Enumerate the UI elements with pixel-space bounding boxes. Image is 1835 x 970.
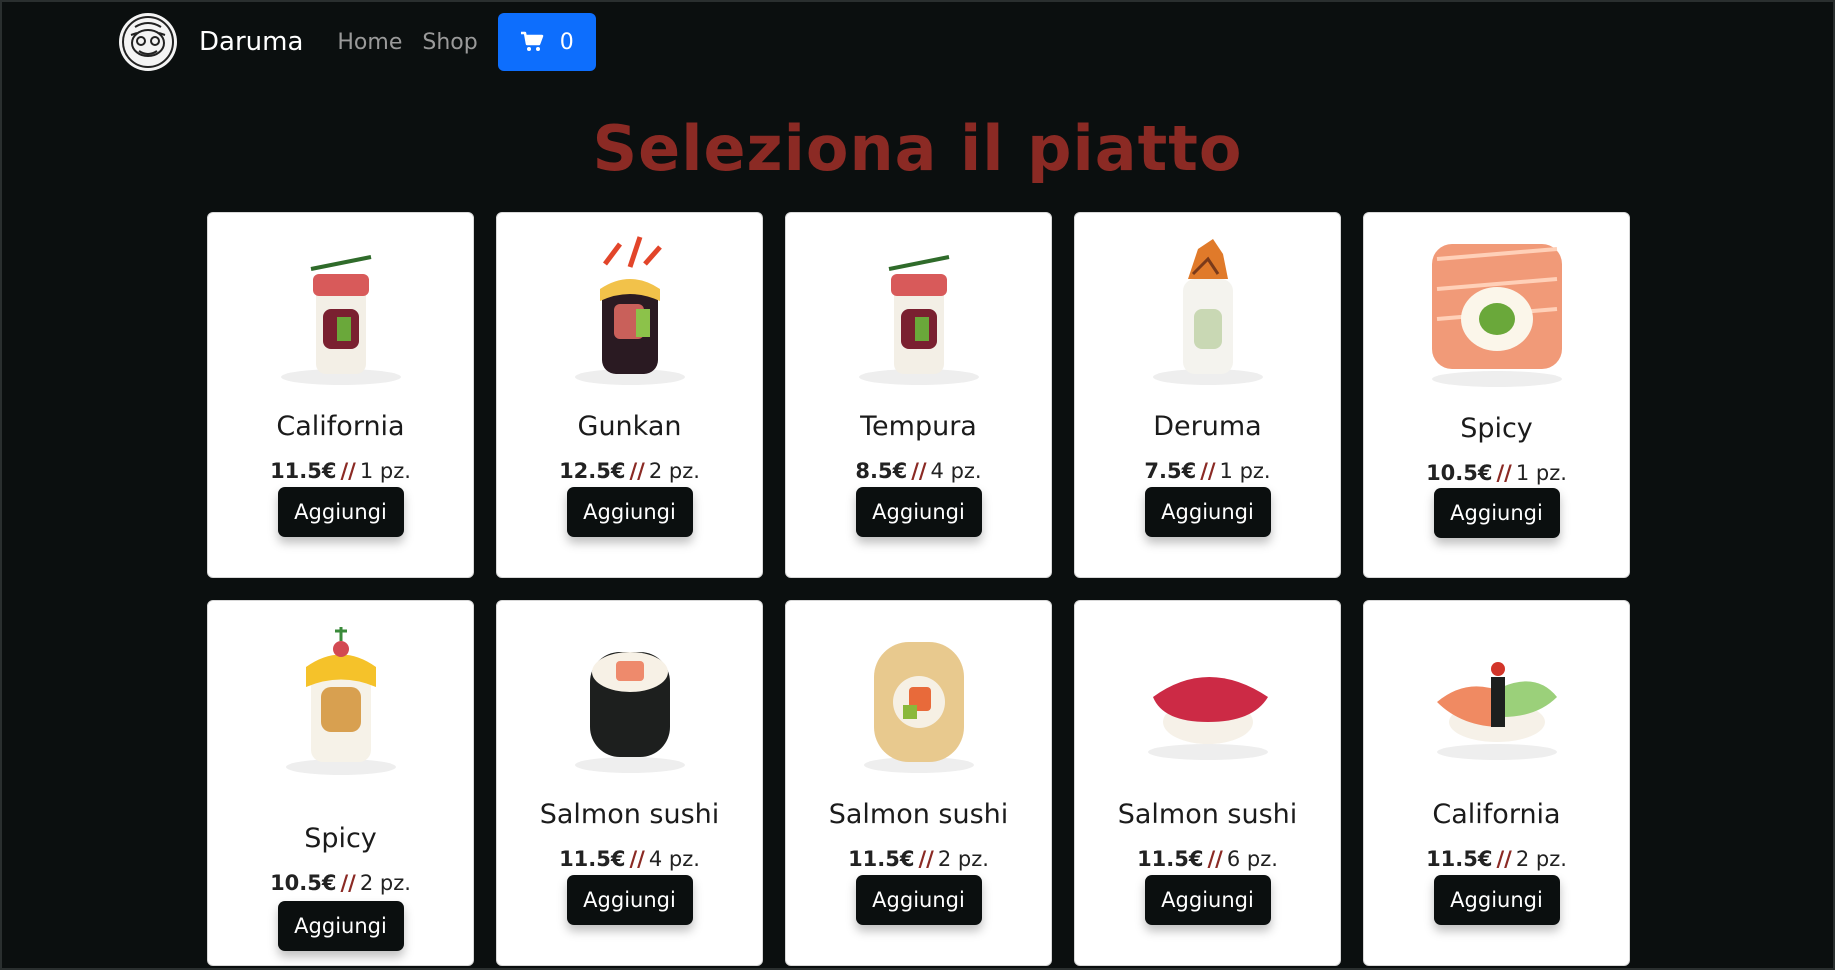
product-card: California 11.5€//1 pz. Aggiungi [207, 212, 474, 578]
price-value: 11.5€ [1426, 847, 1493, 871]
price-separator: // [1207, 847, 1223, 871]
cart-button[interactable]: 0 [497, 13, 596, 71]
add-to-cart-button[interactable]: Aggiungi [1144, 875, 1271, 925]
product-name: Spicy [304, 823, 377, 854]
product-price: 11.5€//6 pz. [1075, 847, 1340, 871]
product-price: 11.5€//4 pz. [497, 847, 762, 871]
add-to-cart-button[interactable]: Aggiungi [1433, 875, 1560, 925]
price-separator: // [1496, 847, 1512, 871]
navbar: Daruma Home Shop 0 [119, 12, 596, 72]
price-value: 11.5€ [848, 847, 915, 871]
add-to-cart-button[interactable]: Aggiungi [855, 487, 982, 537]
salmon-maki-image [574, 652, 685, 773]
price-value: 12.5€ [559, 459, 626, 483]
add-to-cart-button[interactable]: Aggiungi [277, 901, 404, 951]
sushi-roll-image [858, 255, 979, 385]
product-price: 11.5€//2 pz. [1364, 847, 1629, 871]
salmon-nigiri-image [1436, 662, 1557, 760]
black-rice-roll-image [574, 236, 685, 385]
product-name: Tempura [860, 411, 977, 442]
product-price: 7.5€//1 pz. [1075, 459, 1340, 483]
product-card: Spicy 10.5€//2 pz. Aggiungi [207, 600, 474, 966]
piece-count: 2 pz. [359, 871, 411, 895]
price-separator: // [340, 871, 356, 895]
price-separator: // [1496, 461, 1512, 485]
add-to-cart-button[interactable]: Aggiungi [566, 875, 693, 925]
product-card: Tempura 8.5€//4 pz. Aggiungi [785, 212, 1052, 578]
add-to-cart-button[interactable]: Aggiungi [1144, 487, 1271, 537]
price-value: 10.5€ [1426, 461, 1493, 485]
price-separator: // [629, 847, 645, 871]
price-value: 7.5€ [1144, 459, 1197, 483]
product-card: California 11.5€//2 pz. Aggiungi [1363, 600, 1630, 966]
product-card: Salmon sushi 11.5€//4 pz. Aggiungi [496, 600, 763, 966]
brand-name[interactable]: Daruma [199, 27, 303, 57]
add-to-cart-button[interactable]: Aggiungi [855, 875, 982, 925]
price-value: 11.5€ [270, 459, 337, 483]
salmon-roll-image [1431, 244, 1562, 387]
tempura-roll-image [285, 627, 396, 775]
product-grid: California 11.5€//1 pz. Aggiungi Gunkan … [207, 212, 1633, 966]
cart-icon [520, 31, 543, 51]
price-value: 8.5€ [855, 459, 908, 483]
product-card: Salmon sushi 11.5€//6 pz. Aggiungi [1074, 600, 1341, 966]
tuna-nigiri-image [1147, 677, 1268, 760]
price-value: 10.5€ [270, 871, 337, 895]
price-separator: // [918, 847, 934, 871]
product-name: Spicy [1460, 413, 1533, 444]
product-price: 11.5€//1 pz. [208, 459, 473, 483]
product-price: 12.5€//2 pz. [497, 459, 762, 483]
price-separator: // [1200, 459, 1216, 483]
piece-count: 4 pz. [930, 459, 982, 483]
add-to-cart-button[interactable]: Aggiungi [277, 487, 404, 537]
price-value: 11.5€ [559, 847, 626, 871]
product-card: Spicy 10.5€//1 pz. Aggiungi [1363, 212, 1630, 578]
price-separator: // [340, 459, 356, 483]
product-card: Gunkan 12.5€//2 pz. Aggiungi [496, 212, 763, 578]
nav-link-home[interactable]: Home [337, 30, 402, 55]
cucumber-roll-image [1152, 239, 1263, 385]
product-name: Salmon sushi [828, 799, 1009, 830]
cart-count: 0 [559, 29, 574, 55]
product-name: Salmon sushi [1117, 799, 1298, 830]
product-name: Salmon sushi [539, 799, 720, 830]
add-to-cart-button[interactable]: Aggiungi [566, 487, 693, 537]
piece-count: 1 pz. [1219, 459, 1271, 483]
product-card: Deruma 7.5€//1 pz. Aggiungi [1074, 212, 1341, 578]
price-separator: // [911, 459, 927, 483]
piece-count: 2 pz. [648, 459, 700, 483]
daruma-logo-icon[interactable] [119, 13, 177, 71]
page-title: Seleziona il piatto [592, 112, 1243, 185]
piece-count: 1 pz. [1515, 461, 1567, 485]
price-value: 11.5€ [1137, 847, 1204, 871]
sushi-roll-image [280, 255, 401, 385]
piece-count: 4 pz. [648, 847, 700, 871]
piece-count: 1 pz. [359, 459, 411, 483]
crispy-roll-image [863, 642, 974, 773]
price-separator: // [629, 459, 645, 483]
product-price: 10.5€//1 pz. [1364, 461, 1629, 485]
product-price: 11.5€//2 pz. [786, 847, 1051, 871]
page: Daruma Home Shop 0 Seleziona il piatto C… [0, 0, 1835, 970]
product-name: Deruma [1153, 411, 1262, 442]
product-name: California [1432, 799, 1561, 830]
piece-count: 6 pz. [1226, 847, 1278, 871]
nav-link-shop[interactable]: Shop [422, 30, 477, 55]
product-price: 10.5€//2 pz. [208, 871, 473, 895]
product-card: Salmon sushi 11.5€//2 pz. Aggiungi [785, 600, 1052, 966]
product-name: Gunkan [577, 411, 682, 442]
product-name: California [276, 411, 405, 442]
product-price: 8.5€//4 pz. [786, 459, 1051, 483]
add-to-cart-button[interactable]: Aggiungi [1433, 488, 1560, 538]
piece-count: 2 pz. [1515, 847, 1567, 871]
piece-count: 2 pz. [937, 847, 989, 871]
